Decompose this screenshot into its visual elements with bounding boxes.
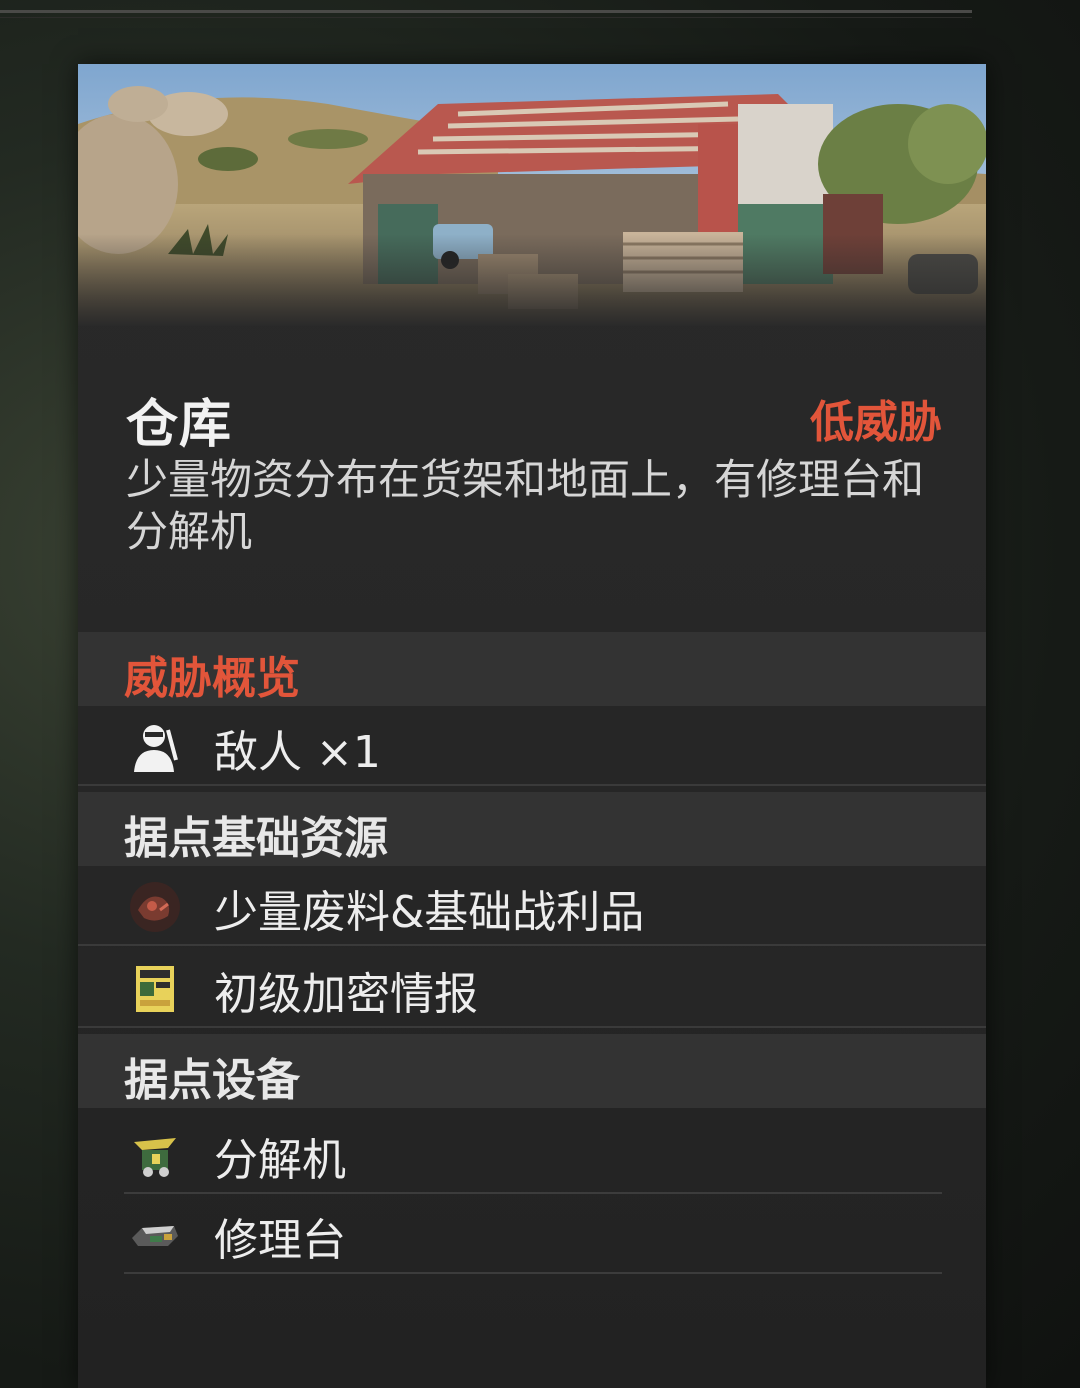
repair-bench-label: 修理台 (214, 1215, 346, 1266)
threat-level-badge: 低威胁 (810, 397, 942, 448)
repair-bench-icon (132, 1226, 178, 1246)
disassembler-label: 分解机 (214, 1135, 346, 1186)
list-item-encrypted-intel: 初级加密情报 (78, 948, 986, 1028)
base-resources-header: 据点基础资源 (78, 792, 986, 866)
top-divider-shadow (0, 17, 972, 18)
base-resources-heading: 据点基础资源 (124, 813, 388, 864)
base-equipment-heading: 据点设备 (124, 1055, 300, 1106)
enemy-icon (134, 725, 178, 772)
list-item-scrap-loot: 少量废料&基础战利品 (78, 866, 986, 946)
list-item-enemy: 敌人 ×1 (78, 706, 986, 786)
scrap-loot-label: 少量废料&基础战利品 (214, 887, 645, 938)
encrypted-intel-label: 初级加密情报 (214, 969, 478, 1020)
list-item-repair-bench: 修理台 (124, 1194, 942, 1274)
encrypted-intel-icon (136, 966, 174, 1012)
location-detail-panel: 仓库 低威胁 少量物资分布在货架和地面上，有修理台和分解机 威胁概览 敌人 ×1… (78, 64, 986, 1388)
list-item-disassembler: 分解机 (124, 1114, 942, 1194)
threat-overview-header: 威胁概览 (78, 632, 986, 706)
top-divider (0, 10, 972, 13)
enemy-count-label: 敌人 ×1 (214, 727, 381, 778)
threat-overview-heading: 威胁概览 (124, 653, 300, 704)
location-title: 仓库 (126, 395, 233, 455)
disassembler-icon (134, 1138, 176, 1177)
location-description: 少量物资分布在货架和地面上，有修理台和分解机 (126, 455, 925, 556)
scrap-loot-icon (130, 882, 180, 932)
base-equipment-header: 据点设备 (78, 1034, 986, 1108)
location-preview-image (78, 64, 986, 326)
